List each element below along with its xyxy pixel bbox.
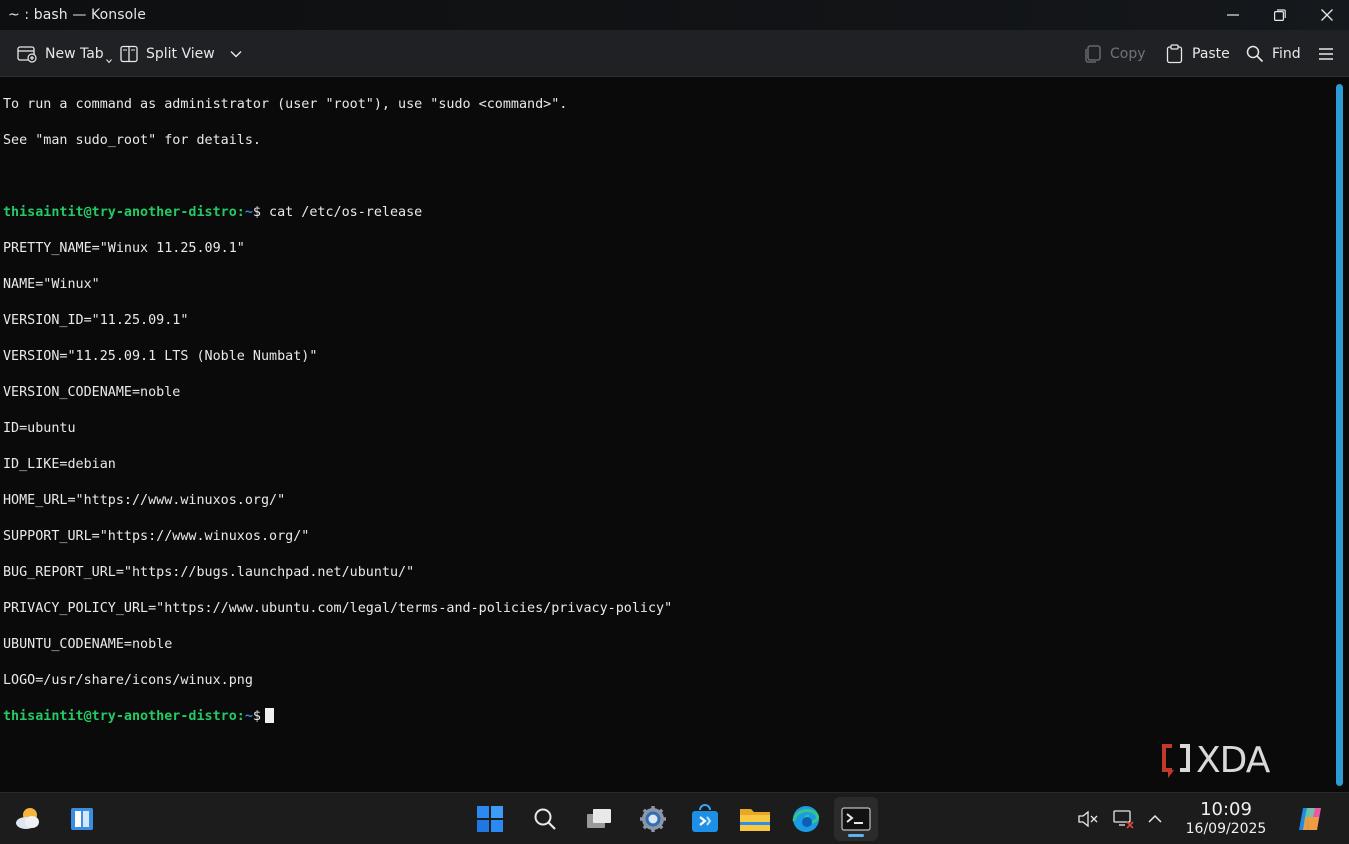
split-view-button[interactable]: Split View — [120, 30, 243, 77]
copy-button[interactable]: Copy — [1084, 30, 1146, 77]
split-view-label: Split View — [146, 45, 215, 62]
settings-button[interactable] — [631, 793, 675, 844]
terminal-line: To run a command as administrator (user … — [3, 97, 568, 112]
output-line: SUPPORT_URL="https://www.winuxos.org/" — [3, 529, 310, 544]
search-icon — [1246, 45, 1264, 62]
store-icon — [692, 804, 718, 832]
start-button[interactable] — [468, 793, 512, 844]
new-tab-icon — [17, 45, 37, 63]
toolbar: New Tab Split View Copy Paste Find — [0, 30, 1349, 77]
split-view-icon — [120, 45, 138, 62]
widgets-icon — [71, 808, 93, 830]
prompt-separator: : — [236, 709, 245, 724]
prompt-user-host: thisaintit@try-another-distro — [3, 205, 237, 220]
edge-browser-button[interactable] — [784, 793, 828, 844]
prompt-symbol: $ — [252, 205, 261, 220]
new-tab-label: New Tab — [45, 45, 104, 62]
search-icon — [534, 808, 556, 830]
output-line: ID=ubuntu — [3, 421, 76, 436]
file-explorer-button[interactable] — [733, 793, 777, 844]
title-bar: ~ : bash — Konsole — [0, 0, 1349, 30]
edge-icon — [792, 806, 819, 832]
paste-icon — [1166, 43, 1183, 63]
settings-icon — [640, 806, 666, 832]
task-view-icon — [587, 809, 611, 828]
search-button[interactable] — [523, 793, 567, 844]
copilot-button[interactable] — [1288, 793, 1332, 844]
chevron-up-icon — [1148, 814, 1162, 823]
terminal-icon — [841, 807, 871, 831]
show-hidden-icons-button[interactable] — [1133, 793, 1177, 844]
prompt-path: ~ — [244, 709, 253, 724]
terminal-area[interactable]: To run a command as administrator (user … — [0, 78, 1333, 792]
clock-date: 16/09/2025 — [1185, 821, 1267, 837]
restore-button[interactable] — [1257, 0, 1303, 30]
new-tab-button[interactable]: New Tab — [17, 30, 112, 77]
menu-button[interactable] — [1318, 30, 1334, 77]
file-explorer-icon — [740, 809, 770, 831]
watermark-text: XDA — [1196, 740, 1270, 781]
terminal-line: See "man sudo_root" for details. — [3, 133, 261, 148]
widgets-button[interactable] — [60, 793, 104, 844]
prompt-line: thisaintit@try-another-distro:~$ — [3, 708, 1333, 726]
close-button[interactable] — [1304, 0, 1349, 30]
restore-icon — [1274, 9, 1286, 21]
dropdown-indicator-icon — [105, 58, 112, 63]
system-clock[interactable]: 10:09 16/09/2025 — [1176, 792, 1276, 844]
copy-icon — [1085, 44, 1101, 63]
terminal-taskbar-button[interactable] — [834, 797, 878, 841]
output-line: ID_LIKE=debian — [3, 457, 116, 472]
paste-button[interactable]: Paste — [1166, 30, 1230, 77]
taskbar — [0, 792, 1349, 844]
prompt-symbol: $ — [252, 709, 261, 724]
weather-icon — [16, 808, 39, 829]
scrollbar-thumb[interactable] — [1336, 84, 1343, 786]
weather-widget[interactable] — [6, 793, 50, 844]
store-button[interactable] — [683, 793, 727, 844]
prompt-separator: : — [236, 205, 245, 220]
start-icon — [477, 806, 503, 832]
output-line: LOGO=/usr/share/icons/winux.png — [3, 673, 253, 688]
output-line: UBUNTU_CODENAME=noble — [3, 637, 173, 652]
task-view-button[interactable] — [577, 793, 621, 844]
clock-time: 10:09 — [1200, 799, 1252, 820]
prompt-user-host: thisaintit@try-another-distro — [3, 709, 237, 724]
output-line: VERSION="11.25.09.1 LTS (Noble Numbat)" — [3, 349, 318, 364]
output-line: PRETTY_NAME="Winux 11.25.09.1" — [3, 241, 245, 256]
output-line: PRIVACY_POLICY_URL="https://www.ubuntu.c… — [3, 601, 673, 616]
hamburger-menu-icon — [1319, 47, 1333, 60]
active-app-indicator — [848, 834, 864, 837]
copilot-icon — [1299, 808, 1321, 830]
command-line: thisaintit@try-another-distro:~$ cat /et… — [3, 204, 1333, 222]
find-button[interactable]: Find — [1246, 30, 1301, 77]
window-title: ~ : bash — Konsole — [8, 7, 146, 23]
prompt-path: ~ — [244, 205, 253, 220]
xda-watermark: XDA — [1160, 740, 1270, 781]
find-label: Find — [1272, 45, 1301, 62]
paste-label: Paste — [1192, 45, 1230, 62]
xda-logo-icon — [1162, 743, 1190, 778]
minimize-icon — [1227, 14, 1239, 16]
output-line: HOME_URL="https://www.winuxos.org/" — [3, 493, 286, 508]
text-cursor — [264, 708, 274, 723]
output-line: NAME="Winux" — [3, 277, 100, 292]
output-line: VERSION_CODENAME=noble — [3, 385, 181, 400]
minimize-button[interactable] — [1210, 0, 1256, 30]
chevron-down-icon[interactable] — [229, 49, 243, 59]
close-icon — [1321, 9, 1333, 21]
copy-label: Copy — [1110, 45, 1146, 62]
output-line: BUG_REPORT_URL="https://bugs.launchpad.n… — [3, 565, 415, 580]
speaker-muted-icon — [1078, 810, 1098, 828]
output-line: VERSION_ID="11.25.09.1" — [3, 313, 189, 328]
command-text: cat /etc/os-release — [260, 205, 423, 220]
